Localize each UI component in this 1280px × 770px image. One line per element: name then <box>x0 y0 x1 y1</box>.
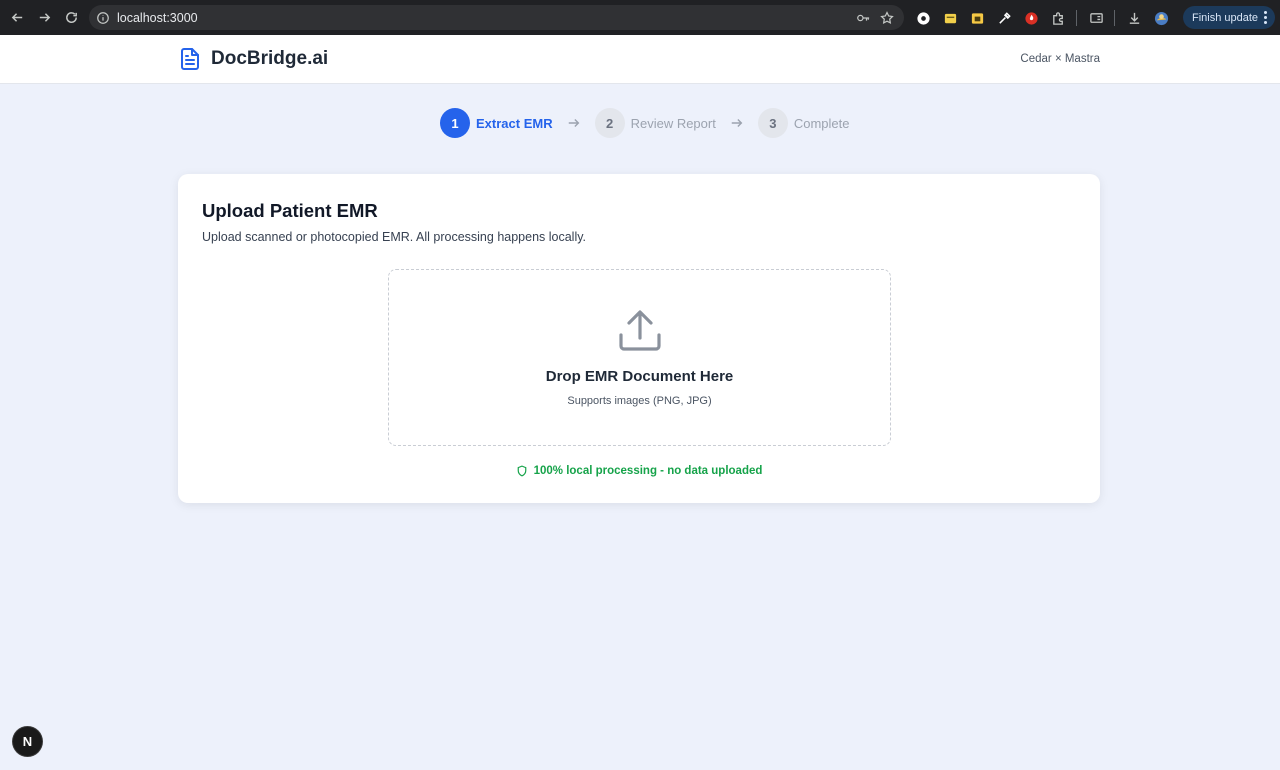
step-number: 1 <box>440 108 470 138</box>
toolbar-divider <box>1076 10 1077 26</box>
dropzone-title: Drop EMR Document Here <box>545 368 734 385</box>
calendar-extension-icon[interactable] <box>968 9 986 27</box>
brand[interactable]: DocBridge.ai <box>178 47 328 71</box>
step-label: Review Report <box>630 115 716 131</box>
step-complete[interactable]: 3 Complete <box>757 108 850 138</box>
browser-toolbar: localhost:3000 Finish update <box>0 0 1280 35</box>
notes-extension-icon[interactable] <box>941 9 959 27</box>
record-extension-icon[interactable] <box>914 9 932 27</box>
upload-icon <box>617 308 663 354</box>
arrow-right-icon <box>730 116 744 130</box>
app-header: DocBridge.ai Cedar × Mastra <box>0 35 1280 84</box>
step-extract-emr[interactable]: 1 Extract EMR <box>440 108 553 138</box>
finish-update-button[interactable]: Finish update <box>1183 6 1275 29</box>
fire-extension-icon[interactable] <box>1022 9 1040 27</box>
nextjs-dev-badge[interactable]: N <box>13 727 42 756</box>
upload-subtitle: Upload scanned or photocopied EMR. All p… <box>202 230 587 244</box>
privacy-note: 100% local processing - no data uploaded <box>178 465 1100 477</box>
toolbar-divider <box>1114 10 1115 26</box>
extensions-icon[interactable] <box>1049 9 1067 27</box>
address-bar[interactable]: localhost:3000 <box>89 5 904 30</box>
step-label: Complete <box>793 115 850 131</box>
star-icon[interactable] <box>880 10 894 25</box>
more-options-icon[interactable] <box>1264 11 1267 24</box>
partner-label: Cedar × Mastra <box>1020 53 1100 65</box>
emr-dropzone[interactable]: Drop EMR Document Here Supports images (… <box>388 269 891 446</box>
step-review-report[interactable]: 2 Review Report <box>594 108 716 138</box>
reading-list-icon[interactable] <box>1087 9 1105 27</box>
key-icon[interactable] <box>856 11 870 25</box>
privacy-text: 100% local processing - no data uploaded <box>533 465 763 477</box>
dropzone-hint: Supports images (PNG, JPG) <box>567 395 712 407</box>
download-icon[interactable] <box>1125 9 1143 27</box>
step-label: Extract EMR <box>476 115 553 131</box>
eyedropper-extension-icon[interactable] <box>995 9 1013 27</box>
url-text[interactable]: localhost:3000 <box>117 11 198 25</box>
brand-name: DocBridge.ai <box>211 48 329 69</box>
upload-title: Upload Patient EMR <box>202 200 378 221</box>
progress-stepper: 1 Extract EMR 2 Review Report 3 Complete <box>440 108 849 138</box>
upload-card: Upload Patient EMR Upload scanned or pho… <box>178 174 1100 503</box>
reload-icon[interactable] <box>59 6 83 30</box>
info-icon[interactable] <box>96 11 110 25</box>
document-icon <box>178 47 202 71</box>
shield-icon <box>516 465 528 477</box>
forward-icon[interactable] <box>32 6 56 30</box>
arrow-right-icon <box>567 116 581 130</box>
step-number: 2 <box>594 108 625 138</box>
extensions-bar <box>914 6 1179 30</box>
step-number: 3 <box>757 108 788 138</box>
profile-icon[interactable] <box>1152 9 1170 27</box>
back-icon[interactable] <box>5 6 29 30</box>
finish-update-label: Finish update <box>1192 11 1259 24</box>
